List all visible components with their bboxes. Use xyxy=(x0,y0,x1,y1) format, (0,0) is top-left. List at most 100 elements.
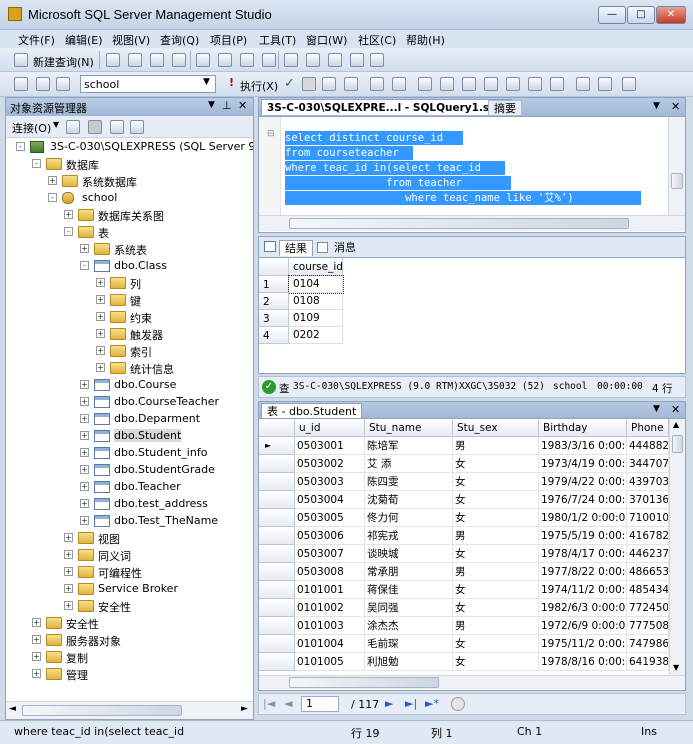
object-explorer-icon[interactable] xyxy=(306,53,320,67)
tree-node[interactable]: - school xyxy=(6,190,253,207)
result-cell[interactable]: 0104 xyxy=(288,275,344,294)
result-row-number[interactable]: 4 xyxy=(259,327,289,344)
tree-node[interactable]: + 安全性 xyxy=(6,615,253,632)
grid-cell[interactable]: 1975/5/19 0:00:00 xyxy=(539,527,627,545)
grid-cell[interactable]: 1977/8/22 0:00:00 xyxy=(539,563,627,581)
grid-cell[interactable]: 0101003 xyxy=(295,617,365,635)
parse-check-icon[interactable]: ✓ xyxy=(284,76,295,91)
db-engine-query-icon[interactable] xyxy=(106,53,120,67)
oe-scroll-thumb[interactable] xyxy=(22,705,182,716)
stop-icon[interactable] xyxy=(451,697,465,711)
table-tab-menu-icon[interactable]: ▼ xyxy=(653,404,660,414)
grid-cell[interactable]: 1974/11/2 0:00:00 xyxy=(539,581,627,599)
expand-icon[interactable]: + xyxy=(64,567,73,576)
row-selector[interactable] xyxy=(259,635,295,653)
template-explorer-icon[interactable] xyxy=(328,53,342,67)
menu-window[interactable]: 窗口(W) xyxy=(306,32,347,48)
grid-cell[interactable]: 蒋保佳 xyxy=(365,581,453,599)
grid-column-header[interactable]: Stu_sex xyxy=(453,419,539,437)
pin-icon[interactable]: ⊥ xyxy=(222,99,232,112)
tree-node[interactable]: + 数据库关系图 xyxy=(6,207,253,224)
row-selector[interactable] xyxy=(259,653,295,671)
tree-node[interactable]: + dbo.CourseTeacher xyxy=(6,394,253,411)
expand-icon[interactable]: + xyxy=(96,346,105,355)
execute-icon[interactable]: ! xyxy=(229,76,234,89)
grid-cell[interactable]: 0503007 xyxy=(295,545,365,563)
grid-cell[interactable]: 谈映城 xyxy=(365,545,453,563)
new-record-icon[interactable]: ►* xyxy=(425,697,439,710)
grid-cell[interactable]: 沈菊荀 xyxy=(365,491,453,509)
design-query-icon[interactable] xyxy=(370,77,384,91)
grid-cell[interactable]: 0101005 xyxy=(295,653,365,671)
expand-icon[interactable]: + xyxy=(80,244,89,253)
grid-cell[interactable]: 女 xyxy=(453,509,539,527)
tree-node[interactable]: + dbo.Course xyxy=(6,377,253,394)
tree-node[interactable]: + 系统数据库 xyxy=(6,173,253,190)
grid-cell[interactable]: 陈四雯 xyxy=(365,473,453,491)
grid-cell[interactable]: 0101004 xyxy=(295,635,365,653)
result-row-number[interactable]: 3 xyxy=(259,310,289,327)
previous-record-icon[interactable]: ◄ xyxy=(284,697,292,710)
grid-horizontal-scrollbar[interactable] xyxy=(259,675,685,689)
connect-button[interactable]: 连接(O) xyxy=(12,120,51,136)
grid-cell[interactable]: 1975/11/2 0:00:00 xyxy=(539,635,627,653)
grid-cell[interactable]: 女 xyxy=(453,491,539,509)
menu-view[interactable]: 视图(V) xyxy=(112,32,150,48)
decrease-indent-icon[interactable] xyxy=(576,77,590,91)
editor-hscroll-thumb[interactable] xyxy=(289,218,629,229)
tree-node[interactable]: + Service Broker xyxy=(6,581,253,598)
tree-node[interactable]: + 列 xyxy=(6,275,253,292)
tree-node[interactable]: + 系统表 xyxy=(6,241,253,258)
new-query-icon[interactable] xyxy=(14,53,28,67)
grid-cell[interactable]: 男 xyxy=(453,527,539,545)
row-selector[interactable] xyxy=(259,491,295,509)
result-row-number[interactable]: 1 xyxy=(259,276,289,293)
collapse-marker-icon[interactable]: ⊟ xyxy=(267,129,275,139)
grid-hscroll-thumb[interactable] xyxy=(289,677,439,688)
results-file-icon[interactable] xyxy=(506,77,520,91)
grid-cell[interactable]: 男 xyxy=(453,437,539,455)
tree-node[interactable]: + 索引 xyxy=(6,343,253,360)
grid-cell[interactable]: 男 xyxy=(453,617,539,635)
row-selector[interactable] xyxy=(259,473,295,491)
expand-icon[interactable]: + xyxy=(80,380,89,389)
expand-icon[interactable]: + xyxy=(80,448,89,457)
sql-line-5[interactable]: where teac_name like '艾%') xyxy=(285,191,641,205)
grid-cell[interactable]: 女 xyxy=(453,635,539,653)
tree-node[interactable]: -表 xyxy=(6,224,253,241)
grid-cell[interactable]: 0503003 xyxy=(295,473,365,491)
tree-node[interactable]: + 触发器 xyxy=(6,326,253,343)
toolbar-options-icon[interactable] xyxy=(370,53,384,67)
expand-icon[interactable]: + xyxy=(96,363,105,372)
grid-vertical-scrollbar[interactable]: ▲ ▼ xyxy=(669,419,685,675)
close-button[interactable]: ✕ xyxy=(656,6,686,24)
expand-icon[interactable]: + xyxy=(32,652,41,661)
grid-column-header[interactable]: Stu_name xyxy=(365,419,453,437)
row-selector[interactable] xyxy=(259,545,295,563)
grid-scroll-thumb[interactable] xyxy=(672,435,683,453)
grid-cell[interactable]: 34470763 xyxy=(627,455,669,473)
tab-messages[interactable]: 消息 xyxy=(329,240,361,256)
grid-cell[interactable]: 0101002 xyxy=(295,599,365,617)
grid-cell[interactable]: 71001030 xyxy=(627,509,669,527)
collapse-icon[interactable]: - xyxy=(48,193,57,202)
tree-node[interactable]: + dbo.Test_TheName xyxy=(6,513,253,530)
menu-file[interactable]: 文件(F) xyxy=(18,32,55,48)
expand-icon[interactable]: + xyxy=(64,584,73,593)
menu-tools[interactable]: 工具(T) xyxy=(259,32,296,48)
row-selector[interactable] xyxy=(259,563,295,581)
expand-icon[interactable]: + xyxy=(96,295,105,304)
result-cell[interactable]: 0109 xyxy=(289,310,343,327)
tree-node[interactable]: - 3S-C-030\SQLEXPRESS (SQL Server 9.0.139… xyxy=(6,139,253,156)
grid-cell[interactable]: 女 xyxy=(453,455,539,473)
next-record-icon[interactable]: ► xyxy=(385,697,393,710)
row-selector[interactable] xyxy=(259,599,295,617)
grid-cell[interactable]: 48543456 xyxy=(627,581,669,599)
expand-icon[interactable]: + xyxy=(80,397,89,406)
expand-icon[interactable]: + xyxy=(32,635,41,644)
grid-cell[interactable]: 1982/6/3 0:00:00 xyxy=(539,599,627,617)
toolbar-overflow-icon[interactable] xyxy=(622,77,636,91)
grid-cell[interactable]: 吴同强 xyxy=(365,599,453,617)
results-text-icon[interactable] xyxy=(462,77,476,91)
tree-node[interactable]: + dbo.Student_info xyxy=(6,445,253,462)
